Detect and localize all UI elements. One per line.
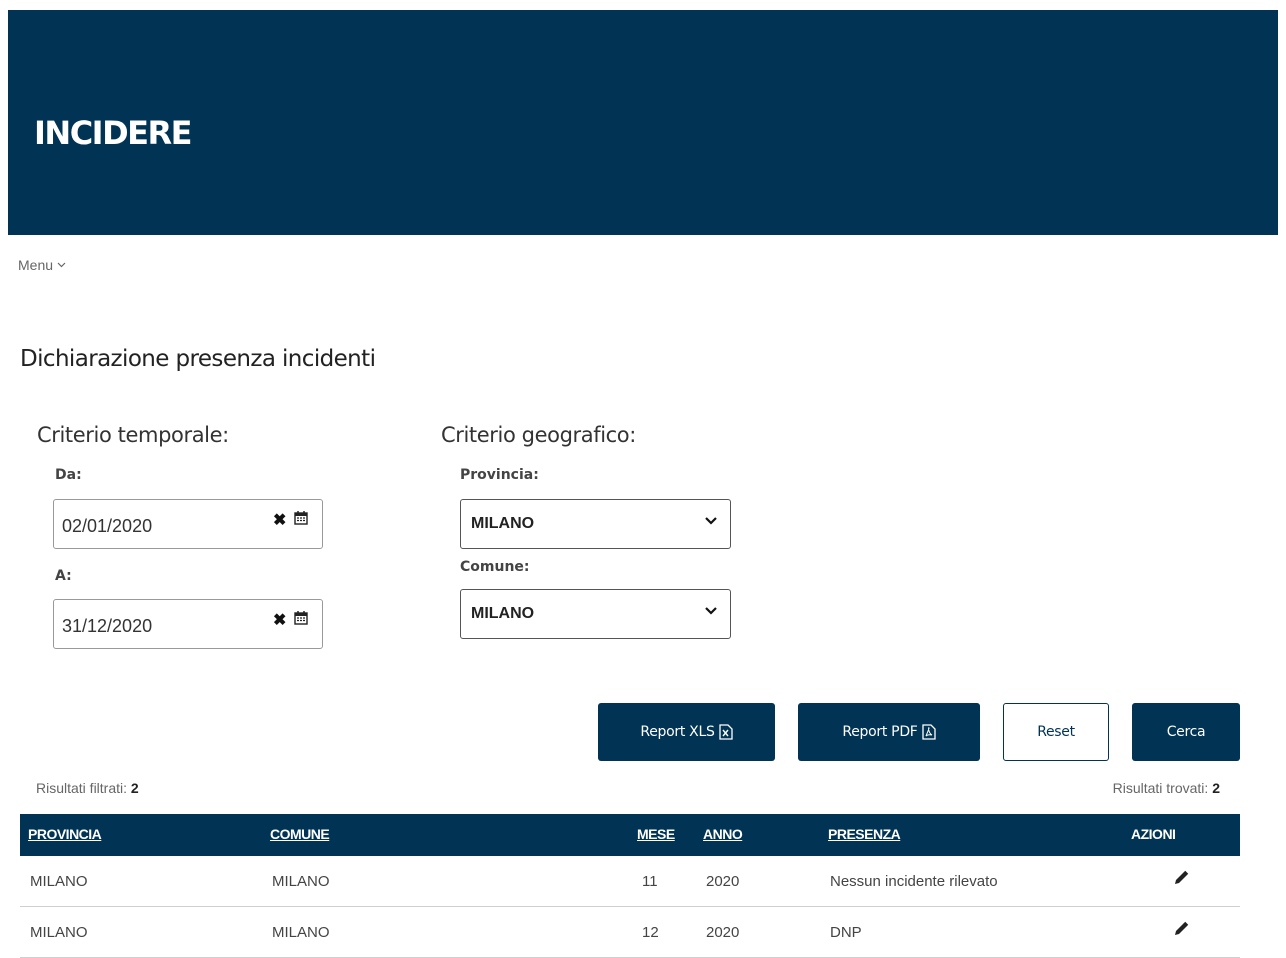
comune-value: MILANO <box>471 605 535 622</box>
filtered-results-label: Risultati filtrati: <box>36 780 128 796</box>
reset-label: Reset <box>1037 724 1075 740</box>
report-pdf-button[interactable]: Report PDF <box>798 703 980 761</box>
pencil-icon[interactable] <box>1172 920 1190 943</box>
comune-select[interactable]: MILANO <box>460 589 731 639</box>
from-date-label: Da: <box>55 467 82 483</box>
report-xls-label: Report XLS <box>640 724 715 740</box>
cell-comune: MILANO <box>272 873 330 890</box>
excel-file-icon <box>718 724 733 740</box>
to-date-label: A: <box>55 568 72 584</box>
to-date-field[interactable]: 31/12/2020 ✖ <box>53 599 323 649</box>
cell-comune: MILANO <box>272 924 330 941</box>
cell-anno: 2020 <box>706 873 740 890</box>
menu-toggle[interactable]: Menu <box>18 257 66 273</box>
table-row: MILANO MILANO 11 2020 Nessun incidente r… <box>20 856 1240 907</box>
column-header-presenza[interactable]: PRESENZA <box>828 826 901 842</box>
results-table: PROVINCIA COMUNE MESE ANNO PRESENZA AZIO… <box>20 814 1240 958</box>
column-header-comune[interactable]: COMUNE <box>270 826 330 842</box>
column-header-mese[interactable]: MESE <box>637 826 675 842</box>
province-label: Provincia: <box>460 467 539 483</box>
cell-presenza: DNP <box>830 924 862 941</box>
comune-label: Comune: <box>460 559 530 575</box>
report-pdf-label: Report PDF <box>842 724 918 740</box>
calendar-icon[interactable] <box>294 610 308 630</box>
app-title: INCIDERE <box>34 114 193 152</box>
clear-to-date-icon[interactable]: ✖ <box>273 610 286 630</box>
chevron-down-icon <box>705 607 717 615</box>
cell-provincia: MILANO <box>30 924 88 941</box>
temporal-criteria-title: Criterio temporale: <box>37 423 229 447</box>
clear-from-date-icon[interactable]: ✖ <box>273 510 286 530</box>
table-row: MILANO MILANO 12 2020 DNP <box>20 907 1240 958</box>
chevron-down-icon <box>705 517 717 525</box>
table-header: PROVINCIA COMUNE MESE ANNO PRESENZA AZIO… <box>20 814 1240 856</box>
menu-label: Menu <box>18 257 54 273</box>
province-select[interactable]: MILANO <box>460 499 731 549</box>
calendar-icon[interactable] <box>294 510 308 530</box>
province-value: MILANO <box>471 515 535 532</box>
app-header: INCIDERE <box>8 10 1278 235</box>
page-title: Dichiarazione presenza incidenti <box>20 346 376 372</box>
column-header-provincia[interactable]: PROVINCIA <box>28 826 102 842</box>
cell-mese: 11 <box>642 873 658 890</box>
from-date-field[interactable]: 02/01/2020 ✖ <box>53 499 323 549</box>
reset-button[interactable]: Reset <box>1003 703 1109 761</box>
cell-presenza: Nessun incidente rilevato <box>830 873 998 890</box>
chevron-down-icon <box>57 262 66 268</box>
pdf-file-icon <box>921 724 936 740</box>
filtered-results-value: 2 <box>130 780 139 796</box>
cell-mese: 12 <box>642 924 659 941</box>
from-date-value: 02/01/2020 <box>62 516 153 536</box>
found-results-count: Risultati trovati: 2 <box>1113 780 1220 796</box>
column-header-anno[interactable]: ANNO <box>703 826 743 842</box>
found-results-value: 2 <box>1212 780 1220 796</box>
to-date-value: 31/12/2020 <box>62 616 153 636</box>
geographic-criteria-title: Criterio geografico: <box>441 423 636 447</box>
cell-anno: 2020 <box>706 924 740 941</box>
filtered-results-count: Risultati filtrati: 2 <box>36 780 139 796</box>
search-label: Cerca <box>1166 724 1206 740</box>
column-header-azioni: AZIONI <box>1131 826 1176 842</box>
found-results-label: Risultati trovati: <box>1112 780 1209 796</box>
report-xls-button[interactable]: Report XLS <box>598 703 775 761</box>
search-button[interactable]: Cerca <box>1132 703 1240 761</box>
cell-provincia: MILANO <box>30 873 88 890</box>
pencil-icon[interactable] <box>1172 869 1190 892</box>
